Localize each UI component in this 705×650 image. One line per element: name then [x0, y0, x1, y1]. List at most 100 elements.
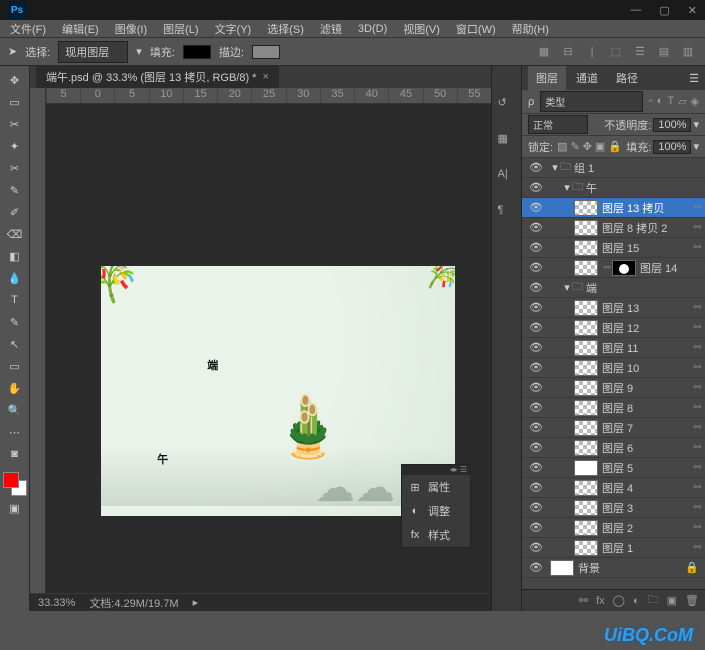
layer-name[interactable]: 图层 8 [602, 400, 689, 416]
layer-row[interactable]: 👁图层 8⚯ [522, 398, 705, 418]
layer-name[interactable]: 图层 1 [602, 540, 689, 556]
group-icon[interactable]: 🗀 [648, 591, 659, 610]
layer-thumb[interactable] [574, 300, 598, 316]
zoom-level[interactable]: 33.33% [38, 597, 75, 609]
visibility-eye-icon[interactable]: 👁 [522, 261, 550, 274]
color-swatches[interactable] [3, 472, 27, 496]
status-caret-icon[interactable]: ▸ [193, 596, 199, 609]
visibility-eye-icon[interactable]: 👁 [522, 341, 550, 354]
swatches-panel-icon[interactable]: ▦ [498, 132, 516, 150]
blur-tool-icon[interactable]: 💧 [4, 268, 26, 288]
menu-item[interactable]: 视图(V) [397, 19, 446, 39]
layer-thumb[interactable] [574, 520, 598, 536]
menu-item[interactable]: 编辑(E) [56, 19, 105, 39]
layer-row[interactable]: 👁图层 2⚯ [522, 518, 705, 538]
gradient-tool-icon[interactable]: ◧ [4, 246, 26, 266]
layer-row[interactable]: 👁图层 13⚯ [522, 298, 705, 318]
layer-row[interactable]: 👁▾🗀 午 [522, 178, 705, 198]
blend-mode-select[interactable]: 正常 [528, 115, 588, 134]
visibility-eye-icon[interactable]: 👁 [522, 561, 550, 574]
layer-thumb[interactable] [574, 480, 598, 496]
layer-thumb[interactable] [574, 380, 598, 396]
edit-toolbar-icon[interactable]: ⋯ [4, 422, 26, 442]
layer-row[interactable]: 👁 ⚯ 图层 14 [522, 258, 705, 278]
layer-name[interactable]: 图层 13 拷贝 [602, 200, 689, 216]
visibility-eye-icon[interactable]: 👁 [522, 361, 550, 374]
path-tool-icon[interactable]: ↖ [4, 334, 26, 354]
layer-name[interactable]: 图层 11 [602, 340, 689, 356]
layer-thumb[interactable] [574, 360, 598, 376]
layer-row[interactable]: 👁图层 8 拷贝 2⚯ [522, 218, 705, 238]
layer-row[interactable]: 👁图层 10⚯ [522, 358, 705, 378]
visibility-eye-icon[interactable]: 👁 [522, 161, 550, 174]
visibility-eye-icon[interactable]: 👁 [522, 521, 550, 534]
menu-item[interactable]: 3D(D) [352, 21, 393, 37]
twisty-icon[interactable]: ▾ [562, 181, 572, 194]
layer-row[interactable]: 👁图层 1⚯ [522, 538, 705, 558]
delete-icon[interactable]: 🗑 [685, 594, 699, 607]
type-tool-icon[interactable]: T [4, 290, 26, 310]
stamp-tool-icon[interactable]: ⌫ [4, 224, 26, 244]
panel-tab[interactable]: 通道 [568, 66, 606, 90]
filter-dropdown[interactable]: 类型 [540, 91, 643, 112]
tab-close-icon[interactable]: × [262, 71, 268, 83]
paragraph-panel-icon[interactable]: ¶ [498, 204, 516, 222]
filter-shape-icon[interactable]: ▱ [678, 95, 686, 108]
link-layers-icon[interactable]: ⚯ [579, 594, 588, 607]
layer-row[interactable]: 👁图层 4⚯ [522, 478, 705, 498]
layer-row[interactable]: 👁图层 15⚯ [522, 238, 705, 258]
layer-row[interactable]: 👁图层 5⚯ [522, 458, 705, 478]
3d-mode-icon[interactable]: ⬚ [607, 43, 625, 61]
layer-row[interactable]: 👁图层 12⚯ [522, 318, 705, 338]
wand-tool-icon[interactable]: ✦ [4, 136, 26, 156]
link-icon[interactable]: ⚯ [602, 263, 612, 272]
visibility-eye-icon[interactable]: 👁 [522, 201, 550, 214]
quickmask-icon[interactable]: ◙ [4, 444, 26, 464]
layer-name[interactable]: 图层 5 [602, 460, 689, 476]
maximize-button[interactable]: ▢ [659, 4, 669, 17]
layer-row[interactable]: 👁图层 13 拷贝⚯ [522, 198, 705, 218]
float-panel-item[interactable]: ◐调整 [402, 499, 470, 523]
document-tab[interactable]: 端午.psd @ 33.3% (图层 13 拷贝, RGB/8) * × [36, 65, 279, 89]
lock-all-icon[interactable]: 🔒 [608, 140, 622, 153]
visibility-eye-icon[interactable]: 👁 [522, 241, 550, 254]
visibility-eye-icon[interactable]: 👁 [522, 461, 550, 474]
opt-icon-3[interactable]: ▥ [679, 43, 697, 61]
layer-name[interactable]: 图层 13 [602, 300, 689, 316]
adjustment-icon[interactable]: ◐ [633, 595, 640, 607]
layer-thumb[interactable] [574, 220, 598, 236]
layer-name[interactable]: 图层 15 [602, 240, 689, 256]
menu-item[interactable]: 图层(L) [157, 19, 204, 39]
layer-name[interactable]: 图层 14 [640, 260, 705, 276]
visibility-eye-icon[interactable]: 👁 [522, 381, 550, 394]
layer-thumb[interactable] [574, 500, 598, 516]
layer-row[interactable]: 👁图层 3⚯ [522, 498, 705, 518]
align-icon[interactable]: ▦ [535, 43, 553, 61]
layer-thumb[interactable] [550, 560, 574, 576]
filter-kind-icon[interactable]: ρ [528, 96, 534, 108]
layer-thumb[interactable] [574, 260, 598, 276]
layer-row[interactable]: 👁图层 6⚯ [522, 438, 705, 458]
visibility-eye-icon[interactable]: 👁 [522, 541, 550, 554]
layer-name[interactable]: 图层 12 [602, 320, 689, 336]
fg-color-swatch[interactable] [3, 472, 19, 488]
visibility-eye-icon[interactable]: 👁 [522, 481, 550, 494]
layer-name[interactable]: 图层 3 [602, 500, 689, 516]
marquee-tool-icon[interactable]: ▭ [4, 92, 26, 112]
layer-row[interactable]: 👁图层 9⚯ [522, 378, 705, 398]
layer-name[interactable]: 图层 10 [602, 360, 689, 376]
layer-row[interactable]: 👁图层 7⚯ [522, 418, 705, 438]
fx-icon[interactable]: fx [596, 595, 605, 607]
float-panel-item[interactable]: ⊞属性 [402, 475, 470, 499]
layer-name[interactable]: 图层 4 [602, 480, 689, 496]
layer-thumb[interactable] [574, 540, 598, 556]
lock-position-icon[interactable]: ✥ [583, 140, 592, 153]
visibility-eye-icon[interactable]: 👁 [522, 221, 550, 234]
new-layer-icon[interactable]: ▣ [667, 594, 677, 607]
layer-row[interactable]: 👁图层 11⚯ [522, 338, 705, 358]
history-panel-icon[interactable]: ↺ [498, 96, 516, 114]
lock-paint-icon[interactable]: ✎ [570, 140, 579, 153]
layer-name[interactable]: 图层 8 拷贝 2 [602, 220, 689, 236]
lock-artboard-icon[interactable]: ▣ [595, 140, 605, 153]
layer-name[interactable]: 端 [586, 280, 705, 296]
